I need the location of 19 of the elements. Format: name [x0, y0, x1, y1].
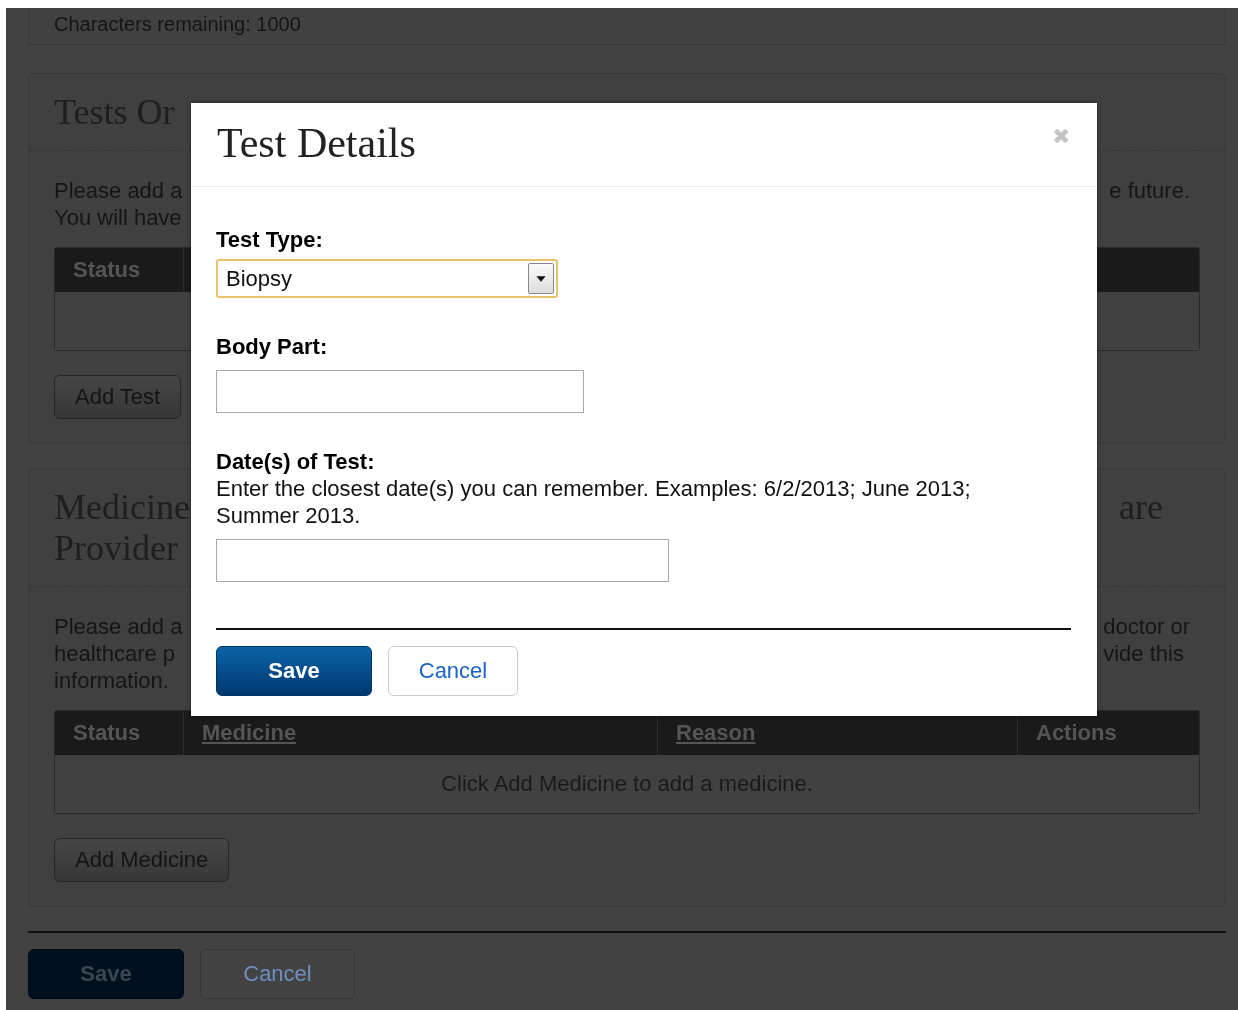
- save-button[interactable]: Save: [216, 646, 372, 696]
- column-header: Status: [73, 720, 141, 746]
- column-header: Status: [73, 257, 141, 283]
- field-label: Body Part:: [216, 334, 329, 360]
- field-label: Date(s) of Test:: [216, 449, 376, 475]
- test-type-select[interactable]: Biopsy: [216, 259, 558, 298]
- cancel-button[interactable]: Cancel: [200, 949, 355, 999]
- dialog-title: Test Details: [217, 119, 416, 167]
- close-button[interactable]: ✖: [1052, 125, 1070, 149]
- text-field[interactable]: [216, 539, 669, 582]
- save-button[interactable]: Save: [28, 949, 184, 999]
- text-field[interactable]: [216, 370, 584, 413]
- cancel-button[interactable]: Cancel: [388, 646, 518, 696]
- dropdown-caret-icon: [528, 263, 554, 294]
- column-header: Actions: [1036, 720, 1117, 746]
- field-hint: Enter the closest date(s) you can remember. Examples: 6/2/2013; June 2013; Summer 2013.: [216, 475, 972, 529]
- column-header[interactable]: Reason: [676, 720, 756, 746]
- field-label: Test Type:: [216, 227, 324, 253]
- column-header[interactable]: Medicine: [202, 720, 297, 746]
